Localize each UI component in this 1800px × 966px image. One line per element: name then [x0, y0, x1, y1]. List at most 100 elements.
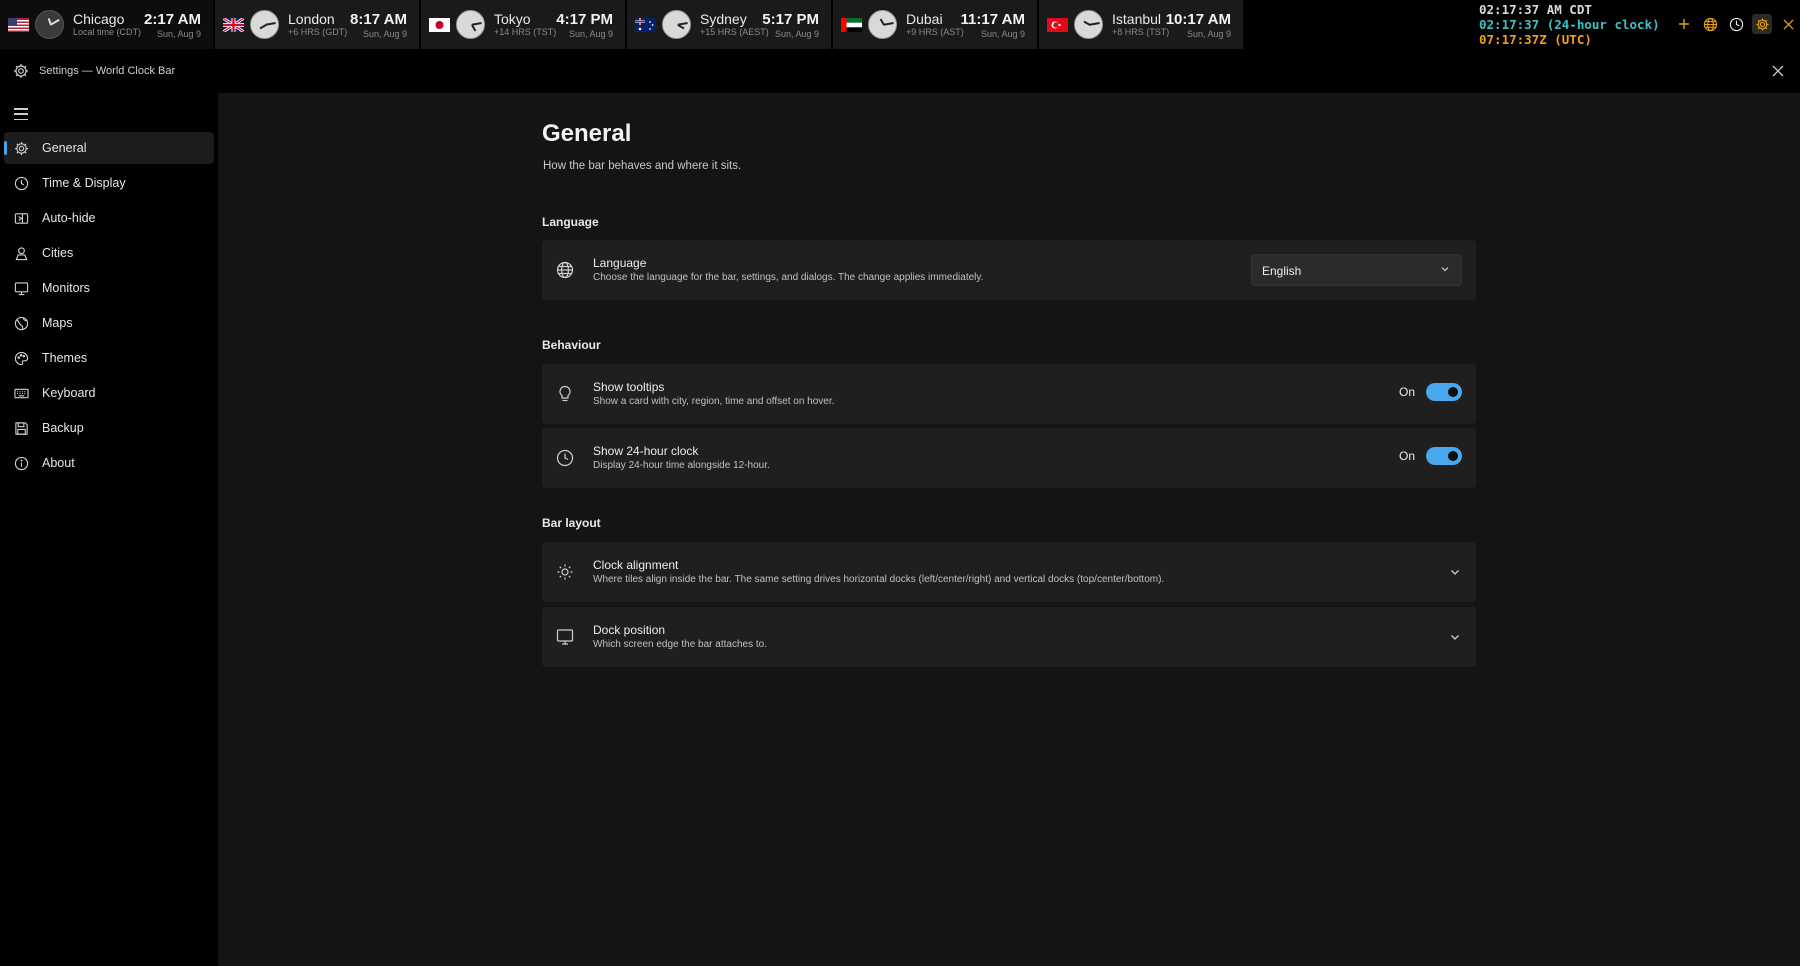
sidebar-item-time-display[interactable]: Time & Display	[4, 167, 214, 199]
clock-tile-tokyo[interactable]: Tokyo +14 HRS (TST) 4:17 PM Sun, Aug 9	[421, 0, 627, 49]
city-name: Chicago	[73, 11, 125, 27]
gear-icon	[13, 63, 29, 79]
close-window-button[interactable]	[1768, 61, 1788, 81]
clock-icon	[556, 449, 574, 467]
sidebar-item-general[interactable]: General	[4, 132, 214, 164]
show-24-hour-clock-card: Show 24-hour clock Display 24-hour time …	[542, 428, 1476, 488]
sidebar-item-themes[interactable]: Themes	[4, 342, 214, 374]
sidebar-item-about[interactable]: About	[4, 447, 214, 479]
chevron-down-icon	[1441, 267, 1449, 272]
local-time-readout: 02:17:37 AM CDT	[1479, 2, 1592, 17]
sidebar-item-label: Monitors	[42, 281, 90, 295]
save-icon	[15, 421, 28, 435]
city-date: Sun, Aug 9	[1186, 29, 1231, 39]
sidebar-item-label: Auto-hide	[42, 211, 96, 225]
sidebar-item-label: General	[42, 141, 87, 155]
dock-position-card[interactable]: Dock position Which screen edge the bar …	[542, 607, 1476, 667]
section-heading-bar-layout: Bar layout	[542, 516, 601, 530]
city-time: 11:17 AM	[960, 11, 1025, 28]
sidebar-item-auto-hide[interactable]: Auto-hide	[4, 202, 214, 234]
sidebar-item-monitors[interactable]: Monitors	[4, 272, 214, 304]
city-time: 5:17 PM	[762, 11, 819, 28]
setting-title: Show 24-hour clock	[593, 444, 699, 458]
setting-description: Display 24-hour time alongside 12-hour.	[593, 460, 770, 471]
24h-time-readout: 02:17:37 (24-hour clock)	[1479, 17, 1660, 32]
clock-tile-dubai[interactable]: Dubai +9 HRS (AST) 11:17 AM Sun, Aug 9	[833, 0, 1039, 49]
chevron-down-icon[interactable]	[1448, 630, 1462, 644]
globe-icon	[556, 261, 574, 279]
turkey-flag-icon	[1047, 17, 1068, 32]
city-time: 2:17 AM	[144, 11, 201, 28]
analog-clock-icon	[35, 10, 64, 39]
gear-icon[interactable]	[1752, 14, 1772, 34]
toggle-state-label: On	[1398, 385, 1415, 399]
city-time: 10:17 AM	[1165, 11, 1231, 28]
clock-tile-istanbul[interactable]: Istanbul +8 HRS (TST) 10:17 AM Sun, Aug …	[1039, 0, 1245, 49]
uk-flag-icon	[223, 17, 244, 32]
setting-description: Where tiles align inside the bar. The sa…	[593, 574, 1165, 585]
sidebar-item-label: Cities	[42, 246, 74, 260]
setting-title: Clock alignment	[593, 558, 679, 572]
monitor-icon	[556, 629, 574, 645]
language-setting-card: Language Choose the language for the bar…	[542, 240, 1476, 300]
show-24-hour-clock-toggle[interactable]	[1426, 447, 1462, 465]
settings-title-bar: Settings — World Clock Bar	[0, 49, 1800, 93]
sidebar-item-backup[interactable]: Backup	[4, 412, 214, 444]
close-icon	[1772, 65, 1784, 77]
city-date: Sun, Aug 9	[568, 29, 613, 39]
settings-main-panel: General How the bar behaves and where it…	[218, 93, 1800, 966]
sidebar-item-keyboard[interactable]: Keyboard	[4, 377, 214, 409]
analog-clock-icon	[1074, 10, 1103, 39]
chevron-down-icon[interactable]	[1448, 565, 1462, 579]
sun-icon	[557, 564, 573, 580]
city-time: 8:17 AM	[350, 11, 407, 28]
digital-clock-readout: 02:17:37 AM CDT 02:17:37 (24-hour clock)…	[1479, 2, 1660, 47]
city-date: Sun, Aug 9	[774, 29, 819, 39]
show-tooltips-toggle[interactable]	[1426, 383, 1462, 401]
palette-icon	[14, 351, 29, 365]
sidebar-item-cities[interactable]: Cities	[4, 237, 214, 269]
add-icon[interactable]	[1674, 14, 1694, 34]
globe-icon[interactable]	[1700, 14, 1720, 34]
window-title: Settings — World Clock Bar	[39, 65, 176, 77]
analog-clock-icon	[868, 10, 897, 39]
australia-flag-icon	[635, 17, 656, 32]
show-tooltips-card: Show tooltips Show a card with city, reg…	[542, 364, 1476, 424]
page-title: General	[542, 120, 632, 147]
clock-tile-chicago[interactable]: Chicago Local time (CDT) 2:17 AM Sun, Au…	[0, 0, 215, 49]
sidebar-item-label: About	[42, 456, 75, 470]
auto-hide-icon	[14, 212, 29, 224]
clock-tile-london[interactable]: London +6 HRS (GDT) 8:17 AM Sun, Aug 9	[215, 0, 421, 49]
language-select[interactable]: English	[1251, 254, 1462, 286]
section-heading-language: Language	[542, 215, 599, 229]
us-flag-icon	[8, 17, 29, 32]
sidebar-item-label: Time & Display	[42, 176, 126, 190]
show-24-hour-clock-toggle-group: On	[1399, 447, 1462, 465]
setting-description: Choose the language for the bar, setting…	[593, 272, 984, 283]
sidebar-item-label: Backup	[42, 421, 84, 435]
sidebar-item-maps[interactable]: Maps	[4, 307, 214, 339]
sidebar-item-label: Maps	[42, 316, 73, 330]
clock-alignment-card[interactable]: Clock alignment Where tiles align inside…	[542, 542, 1476, 602]
language-select-value: English	[1262, 264, 1302, 278]
world-clock-bar: Chicago Local time (CDT) 2:17 AM Sun, Au…	[0, 0, 1800, 49]
japan-flag-icon	[429, 17, 450, 32]
show-tooltips-toggle-group: On	[1399, 383, 1462, 401]
sidebar-item-label: Keyboard	[42, 386, 96, 400]
sidebar-item-label: Themes	[42, 351, 88, 365]
setting-title: Show tooltips	[593, 380, 665, 394]
city-offset: Local time (CDT)	[73, 27, 142, 37]
city-date: Sun, Aug 9	[362, 29, 407, 39]
clock-icon[interactable]	[1726, 14, 1746, 34]
menu-toggle-button[interactable]	[13, 106, 29, 122]
analog-clock-icon	[250, 10, 279, 39]
clock-tile-sydney[interactable]: Sydney +15 HRS (AEST) 5:17 PM Sun, Aug 9	[627, 0, 833, 49]
close-icon[interactable]	[1778, 14, 1798, 34]
globe-icon	[14, 316, 29, 330]
city-time: 4:17 PM	[556, 11, 613, 28]
gear-icon	[14, 141, 29, 155]
lightbulb-icon	[559, 385, 571, 402]
person-icon	[15, 246, 28, 260]
utc-time-readout: 07:17:37Z (UTC)	[1479, 32, 1592, 47]
keyboard-icon	[14, 388, 29, 398]
